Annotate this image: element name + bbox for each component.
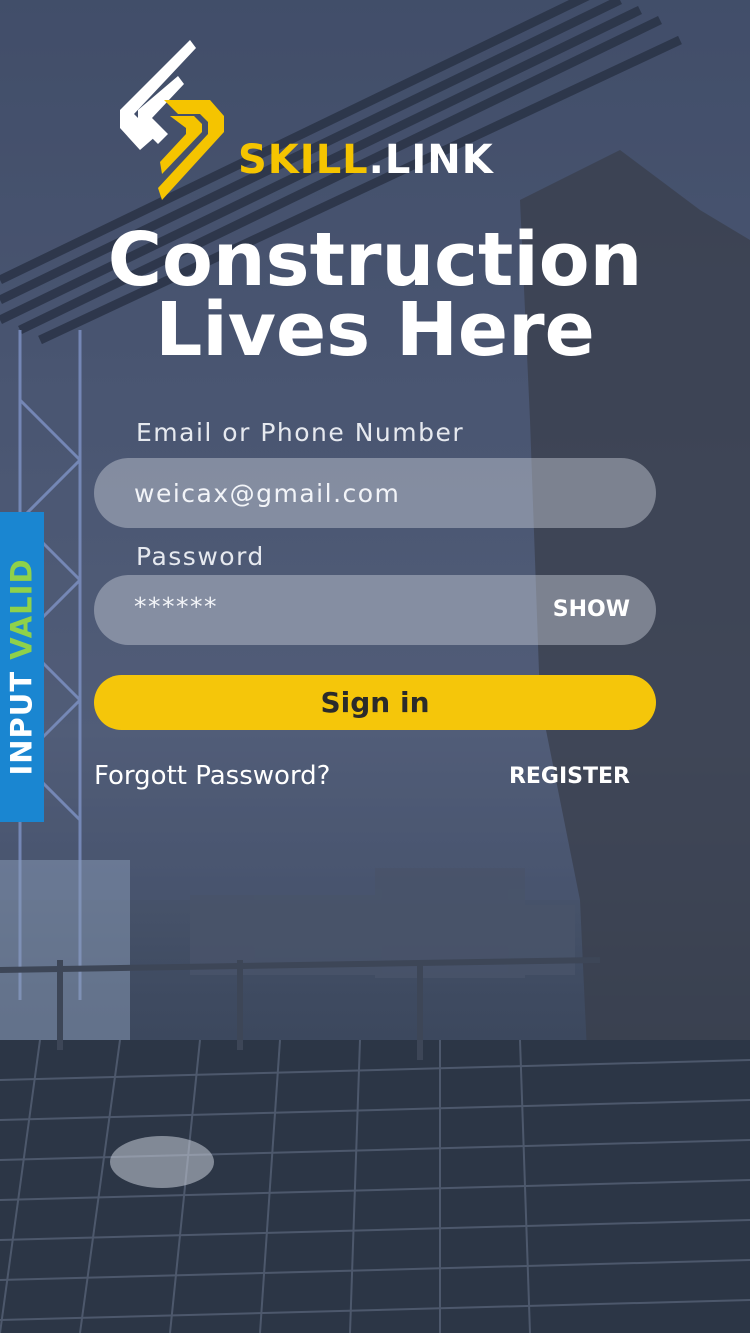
password-field-container[interactable]: SHOW (94, 571, 656, 645)
brand-logo: SKILL.LINK (120, 40, 580, 210)
sign-in-button[interactable]: Sign in (94, 675, 656, 730)
badge-word-valid: VALID (4, 558, 39, 660)
register-link[interactable]: REGISTER (509, 762, 630, 792)
forgot-password-link[interactable]: Forgott Password? (94, 760, 330, 792)
input-valid-badge-text: INPUT VALID (4, 558, 39, 776)
brand-name-skill: SKILL (238, 137, 369, 183)
email-field[interactable] (134, 458, 534, 528)
input-valid-badge: INPUT VALID (0, 512, 44, 822)
headline-line-2: Lives Here (155, 287, 595, 373)
password-field[interactable] (134, 571, 534, 641)
show-password-button[interactable]: SHOW (553, 597, 630, 623)
skill-link-logo-mark-icon (120, 40, 224, 200)
email-label: Email or Phone Number (136, 418, 465, 447)
headline-line-1: Construction (107, 217, 643, 303)
password-label: Password (136, 542, 265, 571)
brand-name-link: .LINK (368, 137, 494, 183)
badge-word-input: INPUT (4, 670, 39, 776)
brand-wordmark: SKILL.LINK (238, 140, 494, 180)
email-field-container[interactable] (94, 458, 656, 528)
